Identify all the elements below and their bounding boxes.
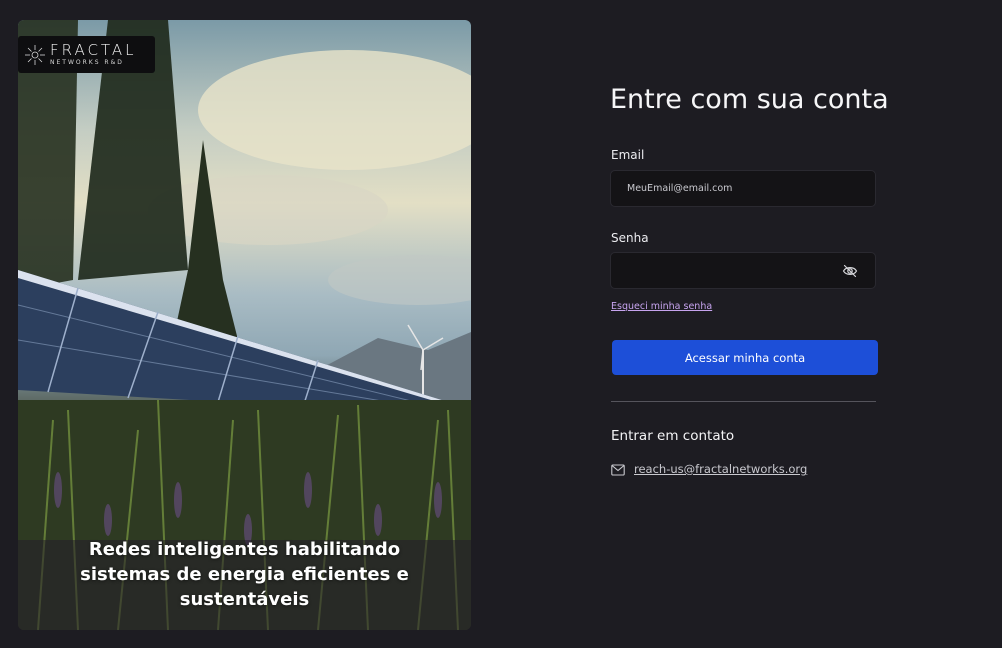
email-field[interactable] — [611, 171, 827, 206]
divider — [611, 401, 876, 402]
brand-name: FRACTAL — [50, 41, 137, 59]
page-title: Entre com sua conta — [610, 84, 889, 115]
fractal-logo-icon — [25, 44, 45, 65]
brand-logo: FRACTAL NETWORKS R&D — [18, 36, 155, 73]
password-label: Senha — [611, 231, 649, 245]
email-label: Email — [611, 148, 645, 162]
eye-off-icon[interactable] — [842, 263, 858, 279]
password-field-wrapper — [610, 252, 876, 289]
brand-subtitle: NETWORKS R&D — [50, 59, 124, 66]
forgot-password-link[interactable]: Esqueci minha senha — [611, 301, 712, 312]
password-field[interactable] — [611, 253, 827, 288]
hero-caption: Redes inteligentes habilitando sistemas … — [18, 537, 471, 612]
hero-caption-line1: Redes inteligentes habilitando — [88, 539, 401, 560]
brand-text: FRACTAL NETWORKS R&D — [50, 43, 137, 66]
mail-icon — [611, 464, 625, 476]
contact-email-link[interactable]: reach-us@fractalnetworks.org — [634, 462, 807, 476]
contact-title: Entrar em contato — [611, 428, 735, 444]
hero-caption-line2: sistemas de energia eficientes e sustent… — [80, 564, 409, 610]
email-field-wrapper — [610, 170, 876, 207]
login-button[interactable]: Acessar minha conta — [612, 340, 878, 375]
